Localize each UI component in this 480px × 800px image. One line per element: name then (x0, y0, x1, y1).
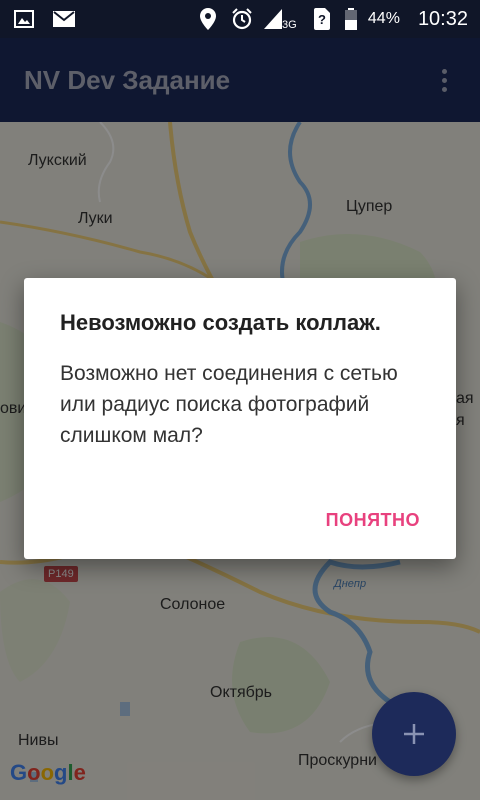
svg-text:3G: 3G (282, 19, 297, 29)
clock: 10:32 (417, 7, 468, 30)
mail-notification-icon (52, 7, 76, 31)
svg-text:?: ? (318, 12, 326, 27)
signal-icon: 3G (263, 7, 300, 31)
error-dialog: Невозможно создать коллаж. Возможно нет … (24, 278, 456, 559)
battery-percent: 44% (367, 10, 400, 27)
status-bar: 3G ? 44% 10:32 (0, 0, 480, 38)
add-fab-button[interactable] (372, 692, 456, 776)
gallery-notification-icon (12, 7, 36, 31)
dialog-message: Возможно нет соединения с сетью или ради… (60, 362, 398, 447)
dialog-title: Невозможно создать коллаж. (60, 310, 381, 335)
ok-button[interactable]: ПОНЯТНО (326, 510, 420, 531)
alarm-icon (230, 7, 254, 31)
location-icon (196, 7, 220, 31)
plus-icon (404, 724, 424, 744)
sim-unknown-icon: ? (310, 7, 334, 31)
battery-icon (344, 7, 358, 31)
